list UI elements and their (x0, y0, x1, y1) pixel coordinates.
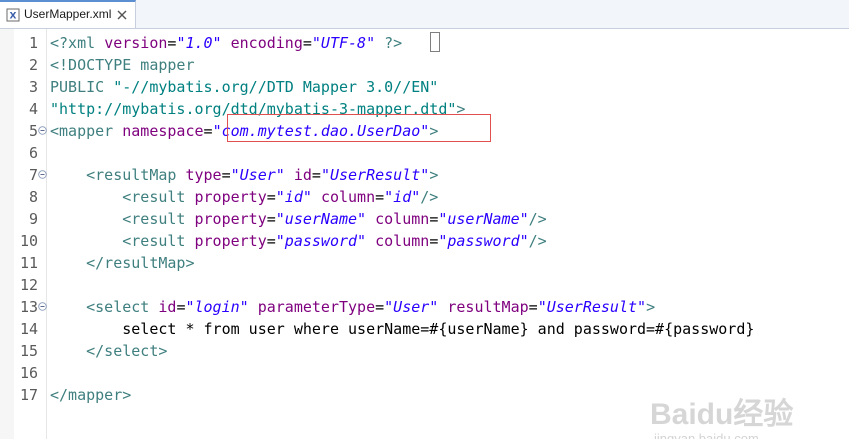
code-text: <!DOCTYPE mapper (50, 56, 195, 74)
close-icon[interactable] (116, 9, 128, 21)
line-number: 15 (19, 342, 38, 360)
line-number: 14 (19, 320, 38, 338)
fold-collapse-icon[interactable] (38, 302, 47, 311)
code-line[interactable]: 15 </select> (0, 340, 849, 362)
code-line[interactable]: 6 (0, 142, 849, 164)
code-line[interactable]: 14 select * from user where userName=#{u… (0, 318, 849, 340)
code-text: PUBLIC "-//mybatis.org//DTD Mapper 3.0//… (50, 78, 439, 96)
line-number: 4 (28, 100, 38, 118)
line-number: 17 (19, 386, 38, 404)
code-text: </select> (86, 342, 168, 360)
code-line[interactable]: 11 </resultMap> (0, 252, 849, 274)
code-line[interactable]: 8 <result property="id" column="id"/> (0, 186, 849, 208)
code-text: <result property="userName" column="user… (122, 210, 547, 228)
code-line[interactable]: 3 PUBLIC "-//mybatis.org//DTD Mapper 3.0/… (0, 76, 849, 98)
code-area[interactable]: 1 <?xml version="1.0" encoding="UTF-8" ?>… (0, 32, 849, 406)
svg-text:X: X (10, 12, 17, 22)
editor-window: X UserMapper.xml 1 <?xml version="1.0" en… (0, 0, 849, 439)
code-line[interactable]: 13 <select id="login" parameterType="Use… (0, 296, 849, 318)
line-number: 6 (28, 144, 38, 162)
code-text: select * from user where userName=#{user… (50, 320, 755, 338)
tab-usermapper-xml[interactable]: X UserMapper.xml (0, 0, 136, 28)
line-number: 10 (19, 232, 38, 250)
code-line[interactable]: 10 <result property="password" column="p… (0, 230, 849, 252)
line-number: 12 (19, 276, 38, 294)
line-number: 5 (28, 122, 38, 140)
code-text: </resultMap> (86, 254, 195, 272)
code-line[interactable]: 12 (0, 274, 849, 296)
line-number: 2 (28, 56, 38, 74)
watermark-sub: jingyan.baidu.com (654, 431, 759, 439)
line-number: 3 (28, 78, 38, 96)
line-number: 9 (28, 210, 38, 228)
namespace-highlight-box (227, 114, 491, 142)
code-text: <result property="id" column="id"/> (122, 188, 439, 206)
line-number: 13 (19, 298, 38, 316)
code-line[interactable]: 2 <!DOCTYPE mapper (0, 54, 849, 76)
code-editor[interactable]: 1 <?xml version="1.0" encoding="UTF-8" ?>… (0, 29, 849, 439)
editor-tab-bar: X UserMapper.xml (0, 0, 849, 29)
fold-collapse-icon[interactable] (38, 170, 47, 179)
code-line[interactable]: 9 <result property="userName" column="us… (0, 208, 849, 230)
watermark-main: Baidu经验 (650, 398, 794, 431)
tab-title: UserMapper.xml (24, 7, 112, 21)
code-text: <select id="login" parameterType="User" … (86, 298, 656, 316)
line-number: 16 (19, 364, 38, 382)
line-number: 11 (19, 254, 38, 272)
code-line[interactable]: 16 (0, 362, 849, 384)
code-line[interactable]: 7 <resultMap type="User" id="UserResult"… (0, 164, 849, 186)
bracket-match-marker (430, 32, 440, 52)
line-number: 7 (28, 166, 38, 184)
code-text: <result property="password" column="pass… (122, 232, 547, 250)
code-text: <resultMap type="User" id="UserResult"> (86, 166, 439, 184)
fold-collapse-icon[interactable] (38, 126, 47, 135)
line-number: 8 (28, 188, 38, 206)
code-text: <?xml version="1.0" encoding="UTF-8" ?> (50, 34, 403, 52)
line-number: 1 (28, 34, 38, 52)
baidu-watermark: Baidu经验 jingyan.baidu.com (650, 389, 840, 439)
code-line[interactable]: 1 <?xml version="1.0" encoding="UTF-8" ?> (0, 32, 849, 54)
code-text: </mapper> (50, 386, 132, 404)
xml-file-icon: X (6, 8, 20, 22)
